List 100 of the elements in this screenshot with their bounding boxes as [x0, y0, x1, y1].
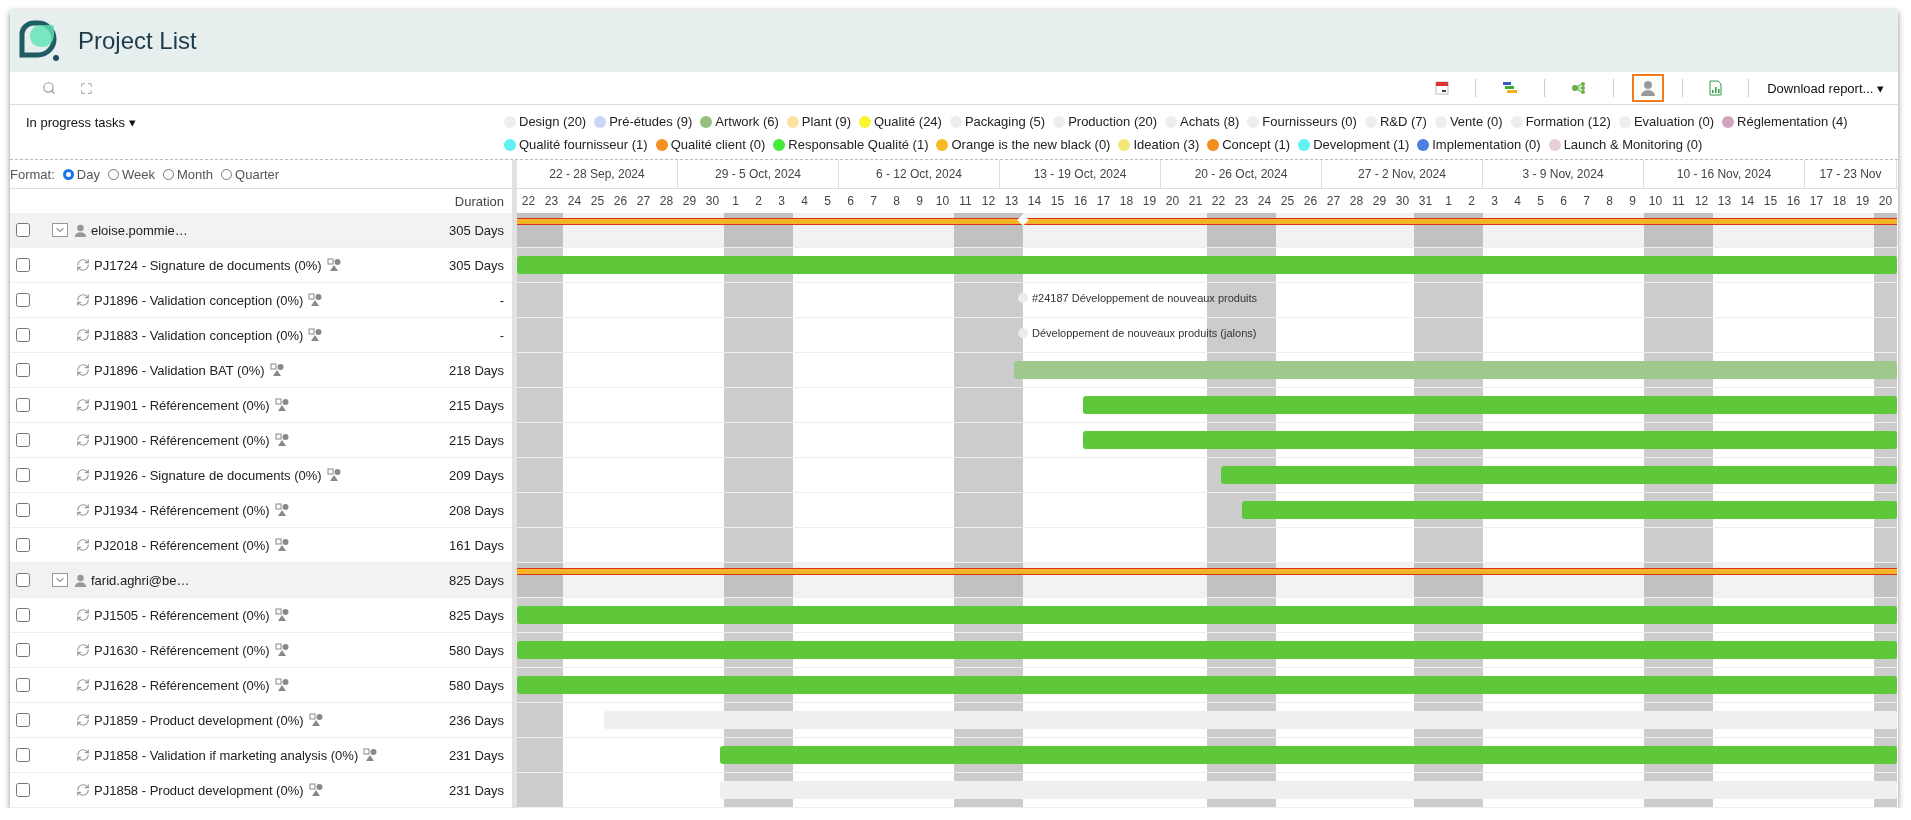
- expand-toggle[interactable]: [52, 573, 68, 587]
- shapes-icon: [274, 678, 289, 692]
- duration-value: 825 Days: [449, 607, 505, 623]
- download-report-menu[interactable]: Download report... ▾: [1763, 80, 1888, 96]
- shapes-icon: [308, 783, 323, 797]
- row-checkbox[interactable]: [16, 223, 30, 237]
- row-checkbox[interactable]: [16, 783, 30, 797]
- view-button[interactable]: [1632, 74, 1665, 102]
- format-option-label: Week: [121, 166, 155, 182]
- row-checkbox[interactable]: [16, 713, 30, 727]
- week-header: 22 - 28 Sep, 2024: [517, 160, 678, 188]
- day-header: 30: [1394, 193, 1411, 210]
- row-checkbox[interactable]: [16, 678, 30, 692]
- day-header: 5: [823, 193, 832, 210]
- shapes-icon: [308, 713, 323, 727]
- duration-value: 208 Days: [449, 502, 505, 518]
- expand-toggle[interactable]: [52, 223, 68, 237]
- radio-button[interactable]: [107, 168, 119, 180]
- radio-button[interactable]: [162, 168, 174, 180]
- duration-value: 209 Days: [449, 467, 505, 483]
- legend-label: Orange is the new black (0): [951, 136, 1111, 153]
- day-header: 23: [1233, 193, 1250, 210]
- day-header: 5: [1536, 193, 1545, 210]
- day-header: 2: [754, 193, 763, 210]
- legend-label: Launch & Monitoring (0): [1563, 136, 1703, 153]
- format-option-label: Month: [176, 166, 214, 182]
- week-header: 6 - 12 Oct, 2024: [839, 160, 1000, 188]
- milestone-dot: [1018, 328, 1028, 338]
- day-header: 15: [1762, 193, 1779, 210]
- day-header: 11: [958, 193, 973, 210]
- legend-label: Qualité client (0): [670, 136, 766, 153]
- row-checkbox[interactable]: [16, 293, 30, 307]
- day-header: 11: [1671, 193, 1686, 210]
- legend-label: Design (20): [519, 113, 587, 130]
- task-name: PJ1630 - Référencement (0%): [94, 642, 270, 658]
- duration-value: 218 Days: [449, 362, 505, 378]
- refresh-icon: [76, 783, 90, 797]
- row-checkbox[interactable]: [16, 363, 30, 377]
- day-header: 1: [731, 193, 740, 210]
- day-header: 12: [980, 193, 997, 210]
- summary-bar[interactable]: [517, 218, 1897, 225]
- day-header: 4: [1513, 193, 1522, 210]
- refresh-icon: [76, 538, 90, 552]
- radio-button[interactable]: [221, 168, 233, 180]
- task-name: PJ1883 - Validation conception (0%): [94, 327, 304, 343]
- radio-button[interactable]: [62, 168, 74, 180]
- person-icon: [74, 223, 87, 237]
- row-checkbox[interactable]: [16, 398, 30, 412]
- row-checkbox[interactable]: [16, 748, 30, 762]
- day-header: 3: [1490, 193, 1499, 210]
- row-checkbox[interactable]: [16, 573, 30, 587]
- day-header: 15: [1049, 193, 1066, 210]
- day-header: 24: [566, 193, 583, 210]
- legend-label: Réglementation (4): [1737, 113, 1848, 130]
- task-name: PJ1896 - Validation conception (0%): [94, 292, 304, 308]
- row-checkbox[interactable]: [16, 643, 30, 657]
- row-checkbox[interactable]: [16, 538, 30, 552]
- legend-label: Packaging (5): [964, 113, 1046, 130]
- row-checkbox[interactable]: [16, 503, 30, 517]
- row-checkbox[interactable]: [16, 328, 30, 342]
- row-checkbox[interactable]: [16, 608, 30, 622]
- format-option-label: Quarter: [235, 166, 280, 182]
- day-header: 16: [1072, 193, 1089, 210]
- day-header: 17: [1808, 193, 1825, 210]
- day-header: 29: [1371, 193, 1388, 210]
- duration-value: 231 Days: [449, 747, 505, 763]
- week-header: 3 - 9 Nov, 2024: [1483, 160, 1644, 188]
- legend-label: Qualité (24): [874, 113, 942, 130]
- shapes-icon: [308, 293, 323, 307]
- duration-value: 231 Days: [449, 782, 505, 798]
- refresh-icon: [76, 433, 90, 447]
- row-checkbox[interactable]: [16, 468, 30, 482]
- legend-label: Fournisseurs (0): [1262, 113, 1357, 130]
- day-header: 26: [1302, 193, 1319, 210]
- duration-value: 305 Days: [449, 257, 505, 273]
- shapes-icon: [308, 328, 323, 342]
- day-header: 21: [1187, 193, 1204, 210]
- summary-bar[interactable]: [517, 568, 1897, 575]
- day-header: 18: [1118, 193, 1135, 210]
- task-name: PJ1896 - Validation BAT (0%): [94, 362, 265, 378]
- legend-label: Formation (12): [1525, 113, 1611, 130]
- legend-label: Vente (0): [1449, 113, 1503, 130]
- refresh-icon: [76, 328, 90, 342]
- task-name: PJ1628 - Référencement (0%): [94, 677, 270, 693]
- day-header: 27: [1325, 193, 1342, 210]
- week-header: 13 - 19 Oct, 2024: [1000, 160, 1161, 188]
- row-checkbox[interactable]: [16, 258, 30, 272]
- day-header: 26: [612, 193, 629, 210]
- refresh-icon: [76, 643, 90, 657]
- day-header: 10: [934, 193, 951, 210]
- day-header: 29: [681, 193, 698, 210]
- day-header: 2: [1467, 193, 1476, 210]
- calendar-icon: [1435, 81, 1450, 95]
- day-header: 19: [1141, 193, 1158, 210]
- day-header: 6: [1559, 193, 1568, 210]
- day-header: 20: [1877, 193, 1894, 210]
- day-header: 31: [1417, 193, 1434, 210]
- task-name: PJ1934 - Référencement (0%): [94, 502, 270, 518]
- row-checkbox[interactable]: [16, 433, 30, 447]
- task-filter-menu[interactable]: In progress tasks ▾: [26, 115, 504, 130]
